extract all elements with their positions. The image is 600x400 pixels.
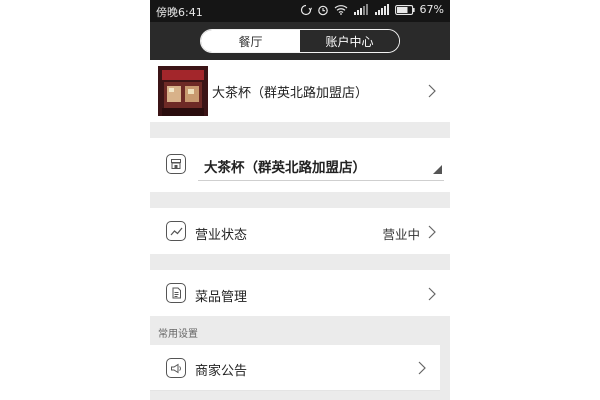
business-status-value: 营业中 (382, 227, 420, 242)
tab-restaurant[interactable]: 餐厅 (201, 30, 300, 52)
chevron-right-icon (428, 83, 436, 102)
alarm-icon (317, 4, 329, 16)
menu-management-row[interactable]: 菜品管理 (150, 270, 450, 316)
segmented-control: 餐厅 账户中心 (200, 29, 400, 53)
app-screen: 傍晚6:41 67% 餐厅 账户中心 大茶杯（群英北路加盟店） 大茶杯（群英北路… (150, 0, 450, 400)
store-dropdown[interactable]: 大茶杯（群英北路加盟店） (198, 146, 444, 181)
document-icon (166, 283, 186, 303)
menu-management-label: 菜品管理 (195, 290, 248, 305)
battery-percent: 67% (419, 3, 444, 16)
chevron-right-icon (428, 224, 436, 243)
business-status-row[interactable]: 营业状态 营业中 (150, 208, 450, 254)
store-name: 大茶杯（群英北路加盟店） (212, 86, 369, 101)
store-selector-row: 大茶杯（群英北路加盟店） (150, 138, 450, 192)
rotation-lock-icon (300, 4, 312, 16)
status-time: 傍晚6:41 (156, 6, 203, 19)
mobile-data-icon (353, 4, 369, 15)
store-row[interactable]: 大茶杯（群英北路加盟店） (150, 60, 450, 122)
merchant-notice-row[interactable]: 商家公告 (150, 345, 440, 391)
merchant-notice-label: 商家公告 (195, 364, 248, 379)
section-title-common-settings: 常用设置 (158, 329, 198, 340)
store-icon (166, 154, 186, 174)
status-icons: 67% (300, 3, 444, 16)
trend-chart-icon (166, 221, 186, 241)
store-photo (158, 66, 208, 116)
battery-icon (394, 4, 415, 15)
signal-icon (374, 4, 390, 15)
tab-account-center[interactable]: 账户中心 (300, 30, 399, 52)
wifi-icon (334, 4, 348, 15)
store-dropdown-value: 大茶杯（群英北路加盟店） (204, 160, 366, 176)
chevron-right-icon (428, 286, 436, 305)
chevron-right-icon (418, 360, 426, 379)
dropdown-triangle-icon (433, 159, 442, 178)
megaphone-icon (166, 358, 186, 378)
status-bar: 傍晚6:41 67% (150, 0, 450, 22)
app-header: 餐厅 账户中心 (150, 22, 450, 60)
business-status-label: 营业状态 (195, 228, 248, 243)
